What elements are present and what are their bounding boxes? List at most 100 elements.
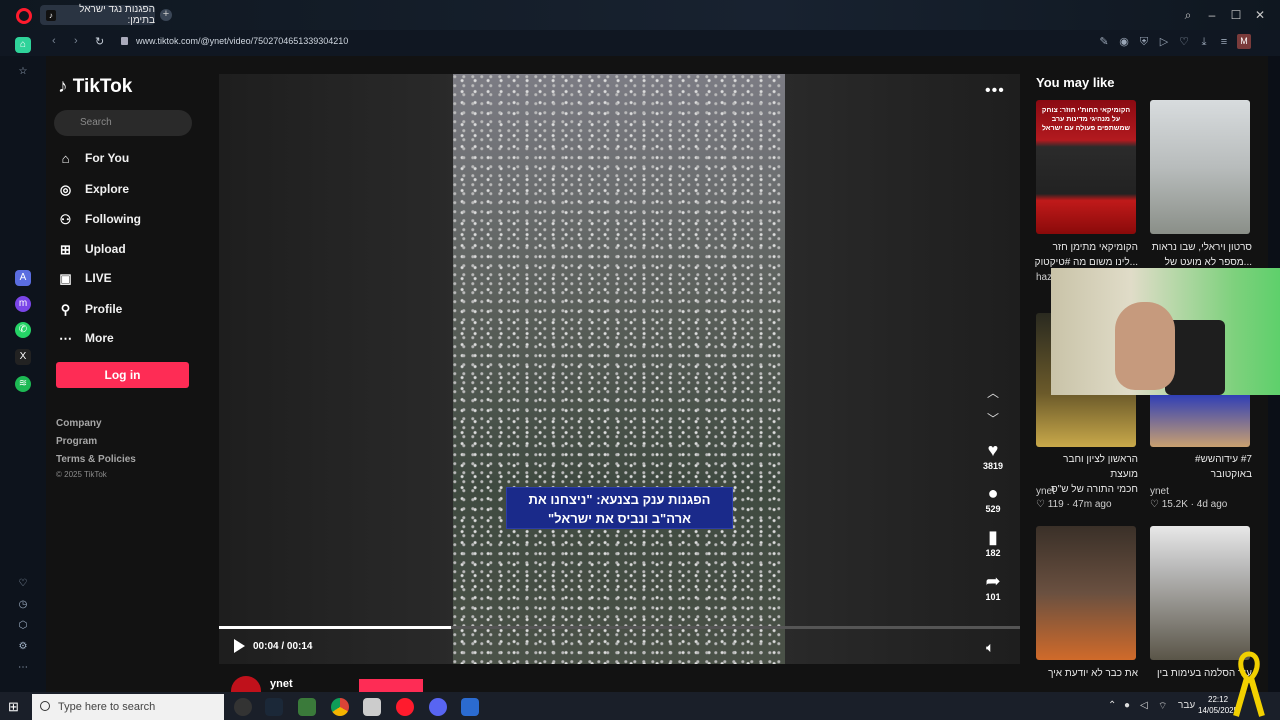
mic-icon[interactable]: ● xyxy=(1124,700,1130,711)
video-thumbnail[interactable]: הקומיקאי החות'י חוזר: צוחק על מנהיגי מדי… xyxy=(1036,100,1136,234)
app-icon[interactable] xyxy=(234,698,252,716)
discord-icon[interactable] xyxy=(429,698,447,716)
app-icon[interactable] xyxy=(363,698,381,716)
save-button[interactable]: ▮ 182 xyxy=(980,527,1006,558)
nav-explore[interactable]: ◎ Explore xyxy=(58,178,129,200)
card-author[interactable]: haz xyxy=(1036,272,1052,283)
tiktok-logo[interactable]: ♪ TikTok xyxy=(58,76,132,98)
app-icon[interactable] xyxy=(461,698,479,716)
follow-button[interactable] xyxy=(359,679,423,692)
settings-icon[interactable]: ⚙ xyxy=(15,639,31,655)
browser-tab[interactable]: ♪ הפגנות נגד ישראל בתימן: xyxy=(40,4,155,26)
opera-icon[interactable] xyxy=(396,698,414,716)
card-title-line: הראשון לציון וחבר מועצת xyxy=(1063,454,1138,480)
star-icon[interactable]: ☆ xyxy=(15,64,31,80)
whatsapp-icon[interactable]: ✆ xyxy=(15,322,31,338)
volume-icon[interactable]: 🔈︎ xyxy=(986,639,994,656)
lock-icon xyxy=(121,37,128,45)
close-button[interactable]: ✕ xyxy=(1252,7,1268,23)
chevron-down-icon[interactable]: ﹀ xyxy=(987,410,999,427)
minimize-button[interactable]: – xyxy=(1204,7,1220,23)
nav-label: Profile xyxy=(85,302,123,316)
share-button[interactable]: ➦ 101 xyxy=(980,571,1006,602)
nav-label: For You xyxy=(85,151,130,165)
bookmark-icon: ▮ xyxy=(988,527,998,547)
nav-upload[interactable]: ⊞ Upload xyxy=(58,238,126,260)
nav-live[interactable]: ▣ LIVE xyxy=(58,267,111,289)
live-icon: ▣ xyxy=(59,270,72,286)
chevron-up-icon[interactable]: ︿ xyxy=(987,384,999,401)
speaker-icon[interactable]: ◁ xyxy=(1140,700,1148,711)
nav-for-you[interactable]: ⌂ For You xyxy=(58,147,130,169)
nav-profile[interactable]: ⚲ Profile xyxy=(58,298,123,320)
language-indicator[interactable]: עבר xyxy=(1178,700,1195,711)
network-icon[interactable]: ⌔ xyxy=(1158,700,1167,713)
history-icon[interactable]: ◷ xyxy=(15,597,31,613)
footer-program[interactable]: Program xyxy=(56,436,97,447)
caption-line-2: ארה"ב ונביס את ישראל" xyxy=(548,511,691,526)
login-button[interactable]: Log in xyxy=(56,362,189,388)
card-title[interactable]: סרטון ויראלי, שבו נראות ...מספר לא מועט … xyxy=(1148,240,1252,270)
comment-count: 529 xyxy=(985,504,1001,514)
forward-icon[interactable]: › xyxy=(74,35,78,47)
profile-avatar[interactable]: M xyxy=(1237,34,1251,49)
more-options-icon[interactable]: ••• xyxy=(985,82,1005,100)
nav-label: Upload xyxy=(85,242,126,256)
card-title[interactable]: את כבר לא יודעת איך xyxy=(1034,666,1138,681)
windows-start-icon[interactable]: ⊞ xyxy=(8,700,22,714)
tiktok-logo-text: TikTok xyxy=(72,76,133,97)
video-thumbnail[interactable] xyxy=(1150,100,1250,234)
comment-button[interactable]: ● 529 xyxy=(980,483,1006,514)
footer-company[interactable]: Company xyxy=(56,418,102,429)
more-dots-icon[interactable]: ⋯ xyxy=(15,660,31,676)
shield-icon[interactable]: ⛨ xyxy=(1137,35,1151,49)
messenger-icon[interactable]: m xyxy=(15,296,31,312)
comment-icon: ● xyxy=(987,483,999,503)
author-name[interactable]: ynet xyxy=(270,678,293,690)
taskbar-search-input[interactable]: Type here to search xyxy=(32,694,224,720)
footer-terms[interactable]: Terms & Policies xyxy=(56,454,136,465)
video-frame[interactable] xyxy=(453,74,785,664)
chrome-icon[interactable] xyxy=(331,698,349,716)
card-author[interactable]: ynet xyxy=(1036,486,1055,497)
opera-logo-icon[interactable] xyxy=(16,8,32,24)
new-tab-button[interactable]: + xyxy=(160,9,172,21)
x-icon[interactable]: X xyxy=(15,349,31,365)
heart-icon[interactable]: ♡ xyxy=(1177,35,1191,49)
share-count: 101 xyxy=(985,592,1001,602)
reload-icon[interactable]: ↻ xyxy=(95,35,104,48)
like-button[interactable]: ♥ 3819 xyxy=(980,440,1006,471)
nav-more[interactable]: ⋯ More xyxy=(58,327,114,349)
card-author[interactable]: ynet xyxy=(1150,486,1169,497)
back-icon[interactable]: ‹ xyxy=(52,35,56,47)
browser-search-icon[interactable]: ⌕ xyxy=(1180,7,1196,23)
video-thumbnail[interactable] xyxy=(1036,526,1136,660)
yellow-ribbon-icon xyxy=(1233,651,1265,717)
edit-icon[interactable]: ✎ xyxy=(1097,35,1111,49)
home-icon[interactable]: ⌂ xyxy=(15,37,31,53)
card-meta: ♡ 119 · 47m ago xyxy=(1036,499,1112,510)
card-title-line: באוקטובר xyxy=(1210,469,1252,480)
cube-icon[interactable]: ⬡ xyxy=(15,618,31,634)
app-icon[interactable] xyxy=(298,698,316,716)
search-input[interactable]: Search xyxy=(54,110,192,136)
share-icon: ➦ xyxy=(985,571,1001,591)
card-title-line: #7 עידוהשש# xyxy=(1195,454,1252,465)
card-title[interactable]: הקומיקאי מתימן חזר ...לינו משום מה #טיקט… xyxy=(1034,240,1138,270)
camera-icon[interactable]: ◉ xyxy=(1117,35,1131,49)
tray-arrow-icon[interactable]: ⌃ xyxy=(1108,700,1116,711)
nav-label: More xyxy=(85,331,114,345)
heart-outline-icon[interactable]: ♡ xyxy=(15,576,31,592)
play-icon[interactable] xyxy=(234,639,245,653)
card-title[interactable]: #7 עידוהשש# באוקטובר xyxy=(1148,452,1252,482)
steam-icon[interactable] xyxy=(265,698,283,716)
spotify-icon[interactable]: ≋ xyxy=(15,376,31,392)
menu-icon[interactable]: ≡ xyxy=(1217,35,1231,49)
nav-following[interactable]: ⚇ Following xyxy=(58,208,141,230)
video-thumbnail[interactable] xyxy=(1150,526,1250,660)
maximize-button[interactable]: ☐ xyxy=(1228,7,1244,23)
player-icon[interactable]: ▷ xyxy=(1157,35,1171,49)
ai-icon[interactable]: A xyxy=(15,270,31,286)
download-icon[interactable]: ⤓ xyxy=(1197,35,1211,49)
url-field[interactable]: www.tiktok.com/@ynet/video/7502704651339… xyxy=(136,36,348,46)
